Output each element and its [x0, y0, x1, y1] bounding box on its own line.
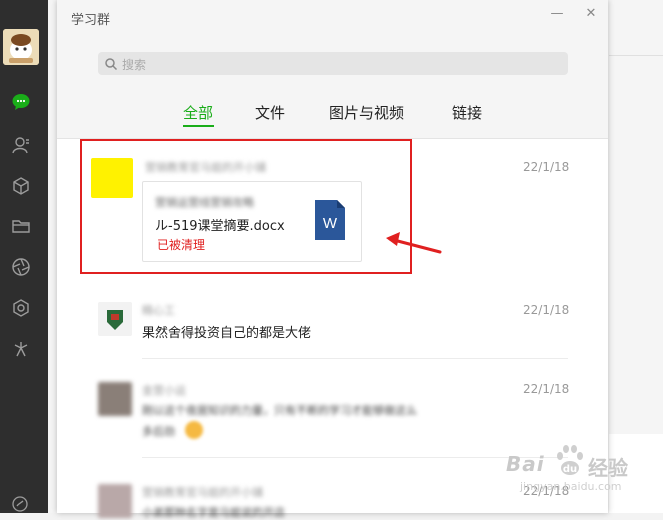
search-placeholder: 搜索: [122, 58, 147, 72]
message-date: 22/1/18: [523, 160, 570, 174]
tab-all[interactable]: 全部: [183, 102, 213, 123]
tab-files[interactable]: 文件: [255, 102, 285, 123]
active-tab-indicator: [183, 125, 214, 127]
message-text-line2[interactable]: 多后劲: [142, 423, 175, 439]
row-divider: [142, 457, 568, 458]
baidu-jingyan-watermark: Bai du 经验 jingyan.baidu.com: [506, 440, 656, 493]
window-title: 学习群: [71, 13, 111, 28]
tab-links[interactable]: 链接: [452, 102, 482, 123]
avatar[interactable]: [98, 382, 132, 416]
background-divider: [609, 55, 663, 56]
collections-icon[interactable]: [11, 176, 31, 196]
message-text-line1[interactable]: 刚以这个夜居知识的力量，只有不断的学习才能够做这么: [142, 402, 417, 418]
paw-icon: du: [557, 445, 583, 475]
svg-text:du: du: [563, 464, 577, 475]
sender-name: 金营小运: [142, 384, 186, 397]
phone-icon[interactable]: [11, 495, 29, 513]
emoji-icon: [185, 421, 203, 439]
message-text[interactable]: 小弟那种名字是马姐说的开店: [142, 504, 285, 520]
discover-icon[interactable]: [11, 339, 31, 359]
search-bar[interactable]: 搜索: [98, 52, 568, 75]
row-divider: [142, 358, 568, 359]
watermark-product: 经验: [588, 456, 628, 480]
search-icon: [105, 58, 118, 71]
chat-icon[interactable]: [11, 92, 31, 112]
sender-name: 精心工: [142, 304, 175, 317]
avatar[interactable]: [3, 29, 39, 65]
avatar[interactable]: [98, 302, 132, 336]
close-button[interactable]: ✕: [580, 4, 602, 24]
tab-media[interactable]: 图片与视频: [329, 102, 404, 123]
contacts-icon[interactable]: [11, 135, 31, 155]
folder-icon[interactable]: [11, 216, 31, 236]
message-date: 22/1/18: [523, 303, 570, 317]
watermark-brand: Bai: [506, 452, 545, 476]
moments-icon[interactable]: [11, 257, 31, 277]
message-date: 22/1/18: [523, 382, 570, 396]
watermark-url: jingyan.baidu.com: [520, 480, 622, 493]
sender-name: 营销教育官马姐的开小铺: [142, 486, 263, 499]
message-text[interactable]: 果然舍得投资自己的都是大佬: [142, 322, 311, 341]
mini-program-icon[interactable]: [11, 298, 31, 318]
annotation-arrow: [386, 232, 442, 254]
sidebar: [0, 0, 48, 513]
minimize-button[interactable]: —: [546, 4, 568, 24]
highlight-box: [80, 139, 412, 274]
